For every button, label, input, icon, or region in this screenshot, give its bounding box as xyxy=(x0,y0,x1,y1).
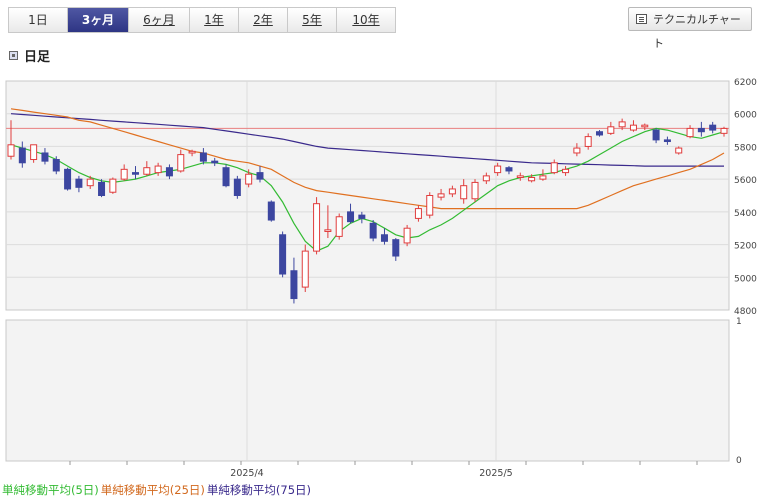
candle-body xyxy=(256,172,264,180)
candle-body xyxy=(584,136,592,147)
candle-body xyxy=(347,211,355,223)
candle-body xyxy=(697,127,705,133)
candle-body xyxy=(380,234,388,242)
legend-item-2: 単純移動平均(75日) xyxy=(206,483,312,497)
candle-body xyxy=(607,126,615,134)
candle-body xyxy=(41,152,49,162)
candle-body xyxy=(573,147,581,154)
candle-body xyxy=(369,222,377,239)
x-tick-label: 2025/5 xyxy=(479,468,512,479)
candle-body xyxy=(313,203,321,252)
candle-body xyxy=(75,178,83,188)
candle-body xyxy=(143,167,151,175)
candle-body xyxy=(528,177,536,182)
candle-body xyxy=(165,167,173,177)
legend: 単純移動平均(5日) 単純移動平均(25日) 単純移動平均(75日) xyxy=(2,482,313,498)
legend-item-1: 単純移動平均(25日) xyxy=(100,483,205,497)
candle-body xyxy=(177,154,185,172)
y-tick-label: 5600 xyxy=(734,176,757,186)
candle-body xyxy=(414,208,422,219)
candle-body xyxy=(18,147,26,164)
candle-body xyxy=(686,127,694,138)
candle-body xyxy=(539,175,547,180)
candle-body xyxy=(199,152,207,162)
candle-body xyxy=(629,124,637,131)
candle-body xyxy=(154,165,162,174)
candle-body xyxy=(437,193,445,198)
candle-body xyxy=(233,178,241,196)
y-tick-label: 6200 xyxy=(734,78,757,88)
candle-body xyxy=(516,175,524,179)
candle-body xyxy=(505,167,513,172)
candle-body xyxy=(109,178,117,193)
candle-body xyxy=(460,185,468,200)
volume-tick-label: 1 xyxy=(736,317,742,327)
legend-item-0: 単純移動平均(5日) xyxy=(2,483,99,497)
candle-body xyxy=(550,162,558,174)
candle-body xyxy=(426,195,434,216)
candle-body xyxy=(720,127,728,134)
candle-body xyxy=(709,124,717,131)
x-tick-label: 2025/4 xyxy=(230,468,263,479)
y-tick-label: 5800 xyxy=(734,143,757,153)
candle-body xyxy=(131,172,139,175)
candle-body xyxy=(52,159,60,172)
y-tick-label: 6000 xyxy=(734,111,757,121)
candle-body xyxy=(86,178,94,187)
candle-body xyxy=(641,124,649,128)
candle-body xyxy=(494,165,502,174)
candle-body xyxy=(663,139,671,143)
candle-body xyxy=(211,160,219,164)
candle-body xyxy=(482,175,490,182)
candle-body xyxy=(471,181,479,200)
y-tick-label: 5200 xyxy=(734,242,757,252)
candle-body xyxy=(358,214,366,219)
candle-body xyxy=(403,227,411,244)
candle-body xyxy=(120,168,128,180)
candle-body xyxy=(618,121,626,128)
volume-panel xyxy=(5,319,730,462)
candle-body xyxy=(30,144,38,161)
candle-body xyxy=(448,188,456,195)
candle-body xyxy=(562,168,570,174)
candle-body xyxy=(301,250,309,288)
candle-body xyxy=(392,239,400,257)
candle-body xyxy=(267,201,275,221)
y-tick-label: 5400 xyxy=(734,209,757,219)
candlestick-chart: 6200 6000 5800 5600 5400 5200 5000 48001 0 2025/4… xyxy=(5,78,757,479)
candle-body xyxy=(290,270,298,300)
candle-body xyxy=(335,216,343,237)
candle-body xyxy=(675,147,683,154)
candle-body xyxy=(279,234,287,275)
volume-tick-label: 0 xyxy=(736,456,742,466)
candle-body xyxy=(222,167,230,187)
candle-body xyxy=(245,173,253,185)
price-panel xyxy=(5,80,730,311)
candle-body xyxy=(7,144,15,157)
candle-body xyxy=(188,150,196,154)
y-tick-label: 5000 xyxy=(734,274,757,284)
candle-body xyxy=(596,131,604,136)
candle-body xyxy=(98,181,106,197)
candle-body xyxy=(324,229,332,232)
candle-body xyxy=(64,168,72,190)
y-tick-label: 4800 xyxy=(734,307,757,317)
candle-body xyxy=(652,129,660,141)
